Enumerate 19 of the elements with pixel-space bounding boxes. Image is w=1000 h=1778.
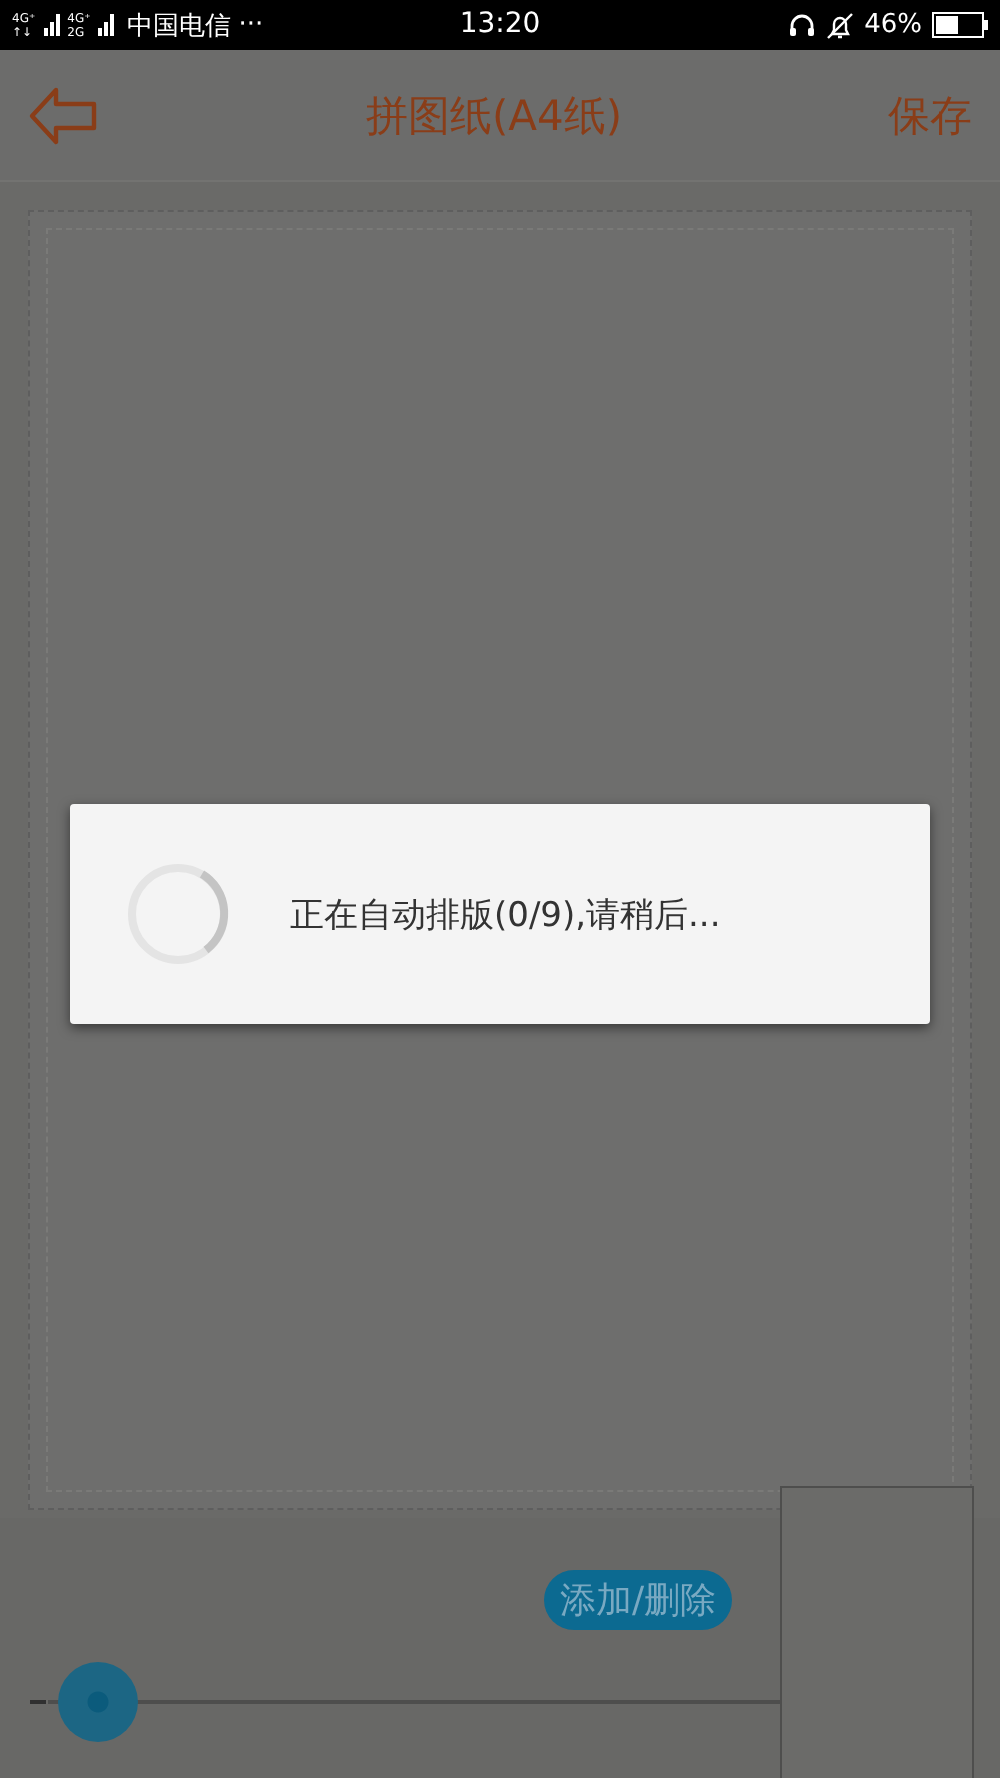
more-indicator: ··· (238, 10, 264, 40)
signal-icon (98, 14, 115, 36)
bell-off-icon (826, 11, 855, 39)
carrier-name: 中国电信 (126, 9, 231, 43)
add-delete-button[interactable]: 添加/删除 (544, 1570, 733, 1630)
battery-percent: 46% (864, 10, 922, 40)
page-title: 拼图纸(A4纸) (363, 89, 625, 143)
minus-icon (30, 1700, 46, 1704)
page-thumbnail[interactable] (780, 1486, 974, 1778)
progress-message: 正在自动排版(0/9),请稍后... (290, 893, 721, 937)
back-arrow-icon[interactable] (28, 85, 100, 145)
battery-icon (932, 12, 988, 38)
slider-thumb[interactable] (57, 1662, 138, 1742)
signal-icon (43, 14, 60, 36)
loading-spinner-icon (126, 862, 230, 966)
save-button[interactable]: 保存 (888, 87, 972, 143)
zoom-slider[interactable] (44, 1662, 780, 1742)
clock: 13:20 (459, 8, 541, 40)
headset-icon (788, 11, 817, 39)
